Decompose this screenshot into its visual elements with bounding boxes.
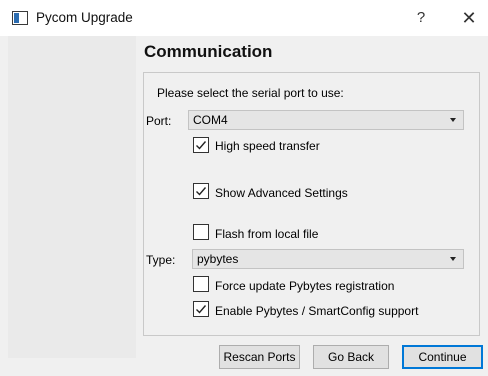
go-back-button[interactable]: Go Back	[313, 345, 389, 369]
close-button[interactable]: ✕	[458, 8, 480, 28]
rescan-ports-button[interactable]: Rescan Ports	[219, 345, 300, 369]
high-speed-label: High speed transfer	[215, 139, 320, 153]
port-select-value: COM4	[193, 113, 228, 127]
type-select-value: pybytes	[197, 252, 239, 266]
force-update-label: Force update Pybytes registration	[215, 279, 395, 293]
show-advanced-label: Show Advanced Settings	[215, 186, 348, 200]
chevron-down-icon	[450, 257, 456, 261]
show-advanced-checkbox[interactable]	[193, 183, 209, 199]
flash-local-label: Flash from local file	[215, 227, 319, 241]
checkmark-icon	[196, 305, 207, 314]
port-select[interactable]: COM4	[188, 110, 464, 130]
high-speed-checkbox[interactable]	[193, 137, 209, 153]
title-bar: Pycom Upgrade ? ✕	[0, 0, 488, 36]
help-button[interactable]: ?	[412, 8, 430, 28]
chevron-down-icon	[450, 118, 456, 122]
window-title: Pycom Upgrade	[36, 10, 133, 25]
port-prompt: Please select the serial port to use:	[157, 86, 344, 100]
type-select[interactable]: pybytes	[192, 249, 464, 269]
flash-local-checkbox[interactable]	[193, 224, 209, 240]
port-label: Port:	[146, 114, 172, 128]
app-icon	[12, 11, 28, 25]
enable-pybytes-label: Enable Pybytes / SmartConfig support	[215, 304, 419, 318]
force-update-checkbox[interactable]	[193, 276, 209, 292]
enable-pybytes-checkbox[interactable]	[193, 301, 209, 317]
type-label: Type:	[146, 253, 176, 267]
page-title: Communication	[144, 42, 273, 61]
checkmark-icon	[196, 187, 207, 196]
sidebar-panel	[8, 36, 136, 358]
checkmark-icon	[196, 141, 207, 150]
continue-button[interactable]: Continue	[402, 345, 483, 369]
